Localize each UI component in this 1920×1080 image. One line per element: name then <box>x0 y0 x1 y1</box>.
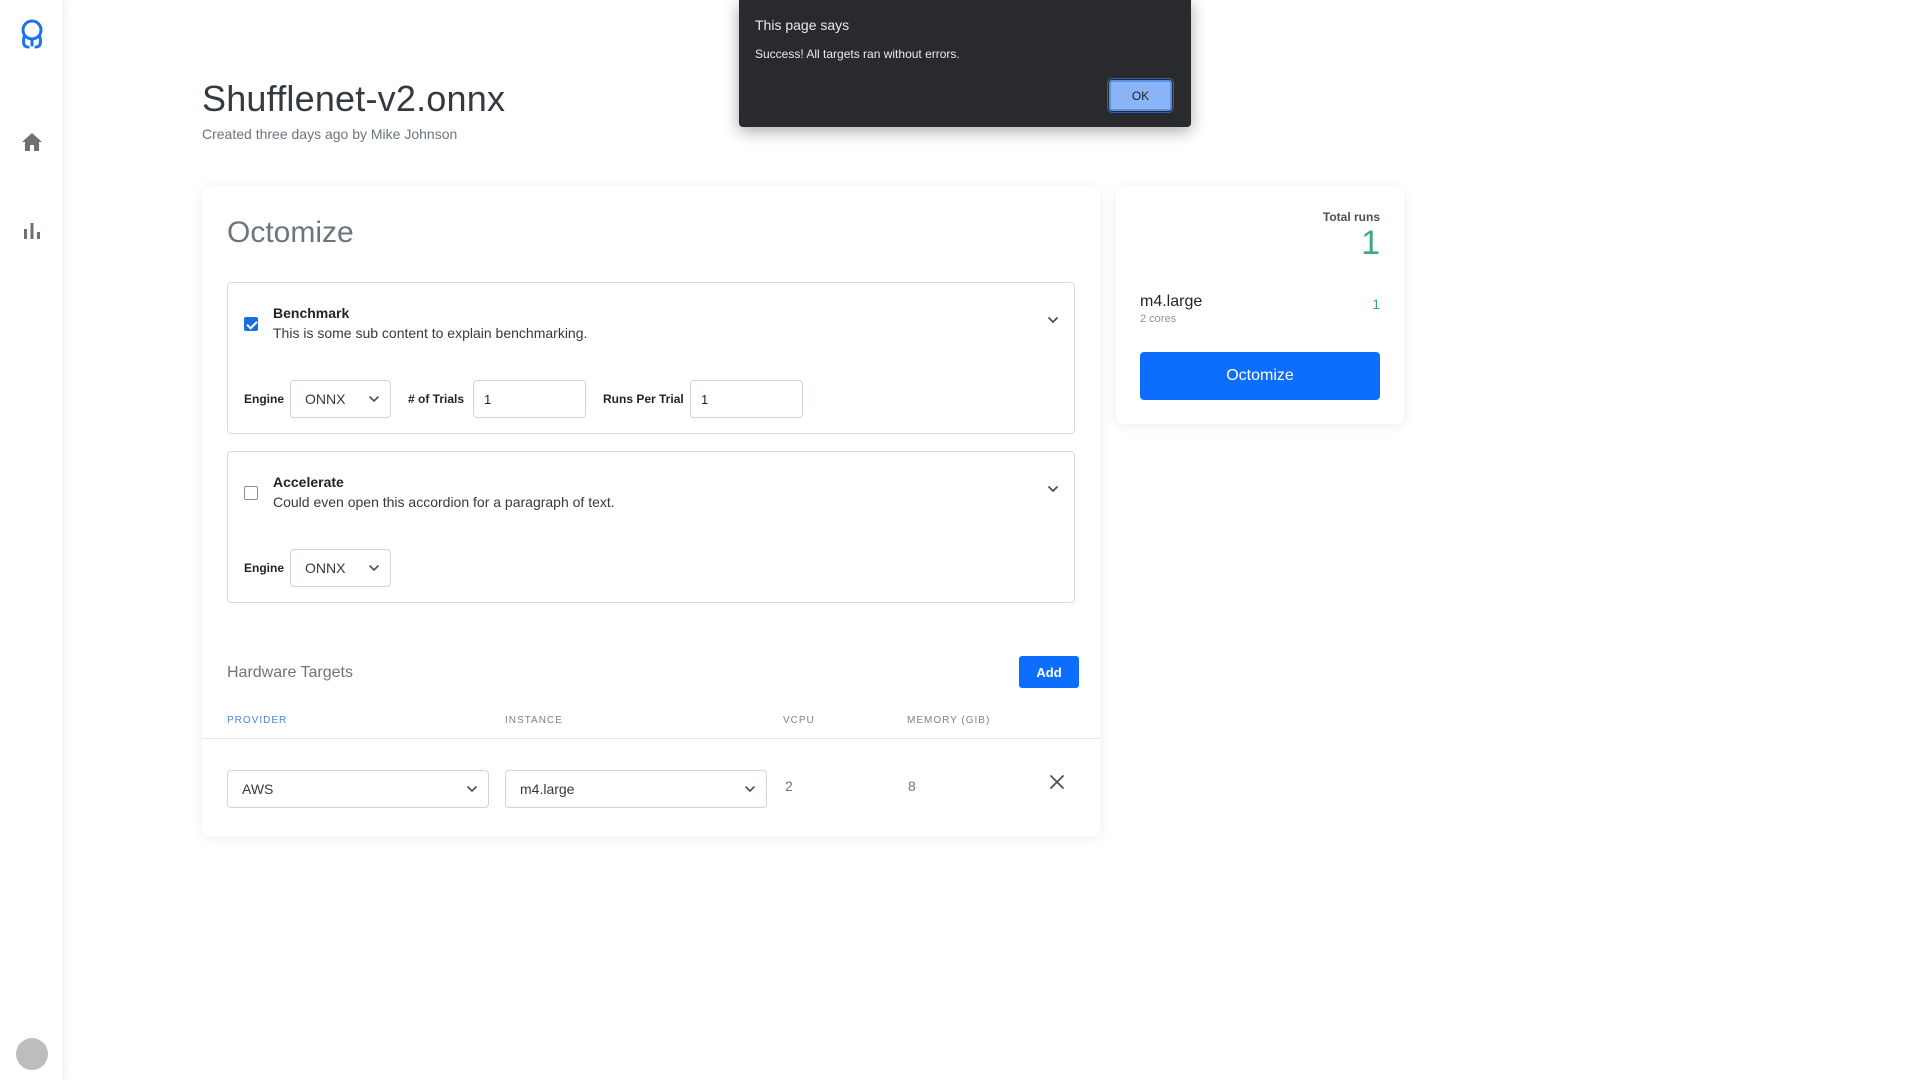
engine-select-value: ONNX <box>305 560 346 576</box>
provider-select[interactable]: AWS <box>227 770 489 808</box>
user-avatar[interactable] <box>16 1038 48 1070</box>
engine-label: Engine <box>244 392 285 406</box>
octo-logo-icon[interactable] <box>18 17 46 51</box>
table-divider <box>202 738 1100 739</box>
trials-label: # of Trials <box>408 392 465 406</box>
dialog-message: Success! All targets ran without errors. <box>755 47 960 61</box>
card-title: Octomize <box>227 216 354 249</box>
dialog-title: This page says <box>755 17 850 33</box>
instance-select[interactable]: m4.large <box>505 770 767 808</box>
provider-select-value: AWS <box>242 781 274 797</box>
accelerate-checkbox[interactable] <box>244 486 258 500</box>
page-subtitle: Created three days ago by Mike Johnson <box>202 126 458 142</box>
benchmark-accordion: Benchmark This is some sub content to ex… <box>227 282 1075 434</box>
engine-select-value: ONNX <box>305 391 346 407</box>
accelerate-engine-select[interactable]: ONNX <box>290 549 391 587</box>
benchmark-checkbox[interactable] <box>244 317 258 331</box>
add-target-button[interactable]: Add <box>1019 656 1079 688</box>
chevron-down-icon <box>369 396 379 403</box>
instance-run-count: 1 <box>1372 296 1380 312</box>
column-header-vcpu[interactable]: VCPU <box>783 715 815 726</box>
instance-cores: 2 cores <box>1140 313 1177 325</box>
total-runs-label: Total runs <box>1322 210 1380 224</box>
remove-target-icon[interactable] <box>1047 772 1067 792</box>
ok-button[interactable]: OK <box>1107 78 1174 113</box>
bar-chart-icon[interactable] <box>20 219 44 241</box>
column-header-instance[interactable]: Instance <box>505 715 563 726</box>
column-header-provider[interactable]: Provider <box>227 715 287 726</box>
benchmark-heading: Benchmark <box>273 305 350 321</box>
accelerate-description: Could even open this accordion for a par… <box>273 494 615 510</box>
home-icon[interactable] <box>20 131 44 153</box>
octomize-card: Octomize Benchmark This is some sub cont… <box>202 186 1100 836</box>
instance-select-value: m4.large <box>520 781 575 797</box>
chevron-down-icon[interactable] <box>1046 313 1060 327</box>
alert-dialog: This page says Success! All targets ran … <box>739 0 1191 127</box>
octomize-button[interactable]: Octomize <box>1140 352 1380 400</box>
total-runs-value: 1 <box>1361 224 1380 262</box>
engine-label: Engine <box>244 561 285 575</box>
chevron-down-icon <box>467 786 477 793</box>
accelerate-accordion: Accelerate Could even open this accordio… <box>227 451 1075 603</box>
page-title: Shufflenet-v2.onnx <box>202 78 506 119</box>
chevron-down-icon[interactable] <box>1046 482 1060 496</box>
chevron-down-icon <box>745 786 755 793</box>
memory-value: 8 <box>908 778 916 794</box>
summary-card: Total runs 1 m4.large 2 cores 1 Octomize <box>1116 186 1404 424</box>
benchmark-description: This is some sub content to explain benc… <box>273 325 588 341</box>
runs-per-trial-label: Runs Per Trial <box>603 392 684 406</box>
vcpu-value: 2 <box>785 778 793 794</box>
benchmark-engine-select[interactable]: ONNX <box>290 380 391 418</box>
chevron-down-icon <box>369 565 379 572</box>
sidebar <box>0 0 64 1080</box>
trials-input[interactable] <box>473 380 586 418</box>
hardware-targets-title: Hardware Targets <box>227 664 353 681</box>
column-header-memory[interactable]: Memory (GIB) <box>907 715 990 726</box>
accelerate-heading: Accelerate <box>273 474 344 490</box>
runs-per-trial-input[interactable] <box>690 380 803 418</box>
instance-name: m4.large <box>1140 293 1203 310</box>
